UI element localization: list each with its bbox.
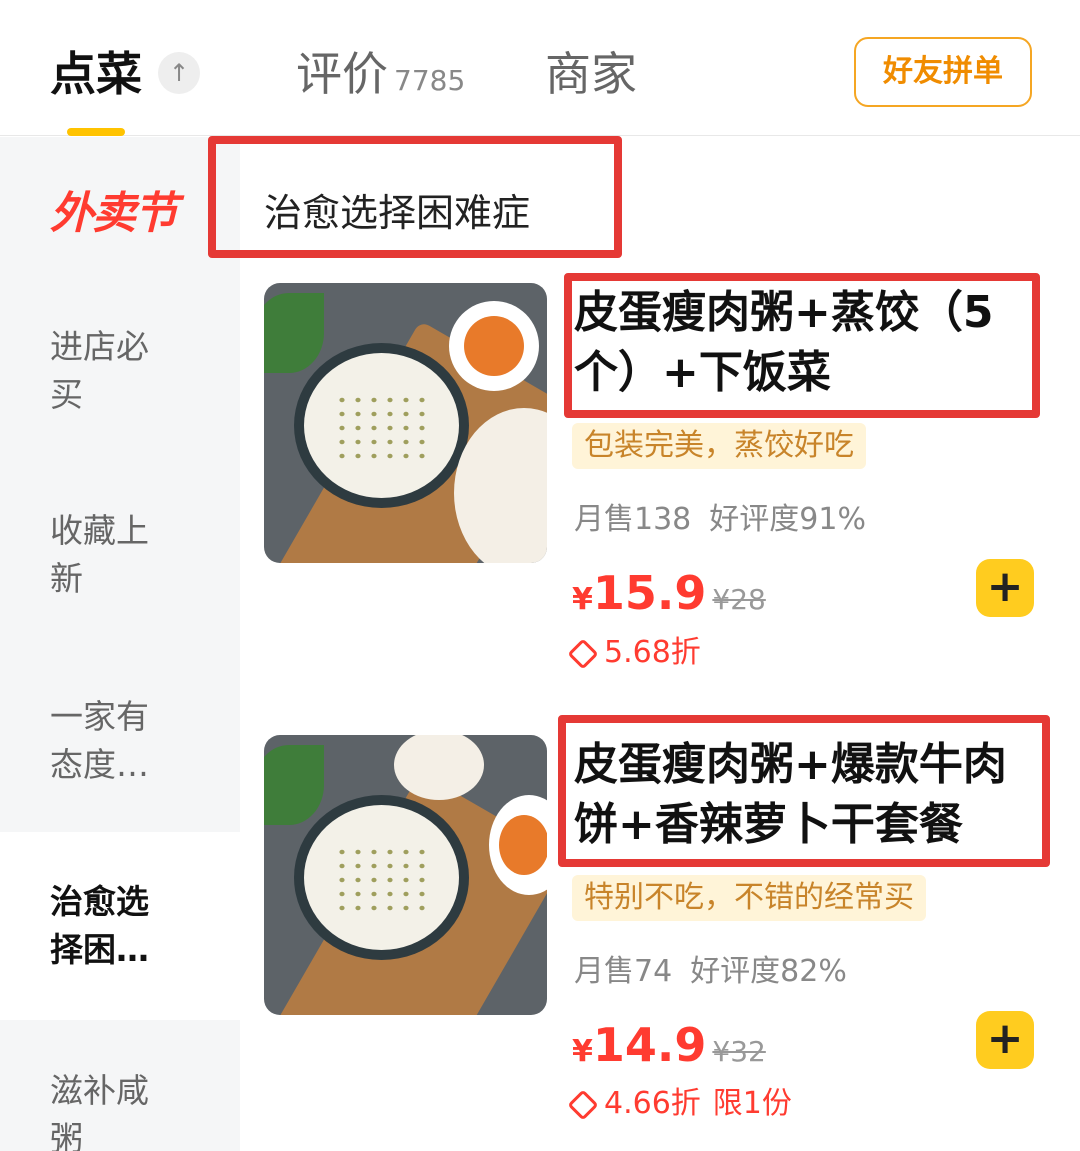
porridge-toppings [334,393,434,463]
purchase-limit: 限1份 [712,1086,792,1121]
discount-tag-icon [567,637,599,670]
tab-merchant[interactable]: 商家 [545,44,637,104]
reviews-count: 7785 [394,64,466,97]
current-price: 15.9 [592,566,707,620]
product-stats: 月售74 好评度82% [574,946,847,990]
highlight-box-section [208,136,622,258]
discount-row: 4.66折 限1份 [567,1078,792,1122]
sidebar-item-choice[interactable]: 治愈选择困… [0,832,240,1020]
add-to-cart-button[interactable]: + [976,1011,1034,1069]
leaf-decor [264,293,324,373]
tab-reviews-label: 评价 [296,47,388,101]
beef-cake-plate [394,735,484,800]
discount-tag-icon [567,1088,599,1121]
product-image[interactable] [264,283,547,563]
side-dish [464,316,524,376]
price-row: ¥14.9 ¥32 [572,1018,766,1072]
top-tab-bar: 点菜 ↑ 评价 7785 商家 好友拼单 [0,0,1080,136]
current-price: 14.9 [592,1018,707,1072]
discount-rate: 5.68折 [604,635,701,670]
tab-order[interactable]: 点菜 [50,44,142,104]
category-sidebar: 外卖节 进店必买 收藏上新 一家有态度… 治愈选择困… 滋补咸粥 [0,137,240,1151]
sidebar-item-porridge[interactable]: 滋补咸粥 [0,1067,240,1151]
discount-rate: 4.66折 [604,1086,701,1121]
leaf-decor [264,745,324,825]
sidebar-item-must-buy[interactable]: 进店必买 [0,323,240,419]
rating: 好评度82% [690,954,847,989]
highlight-box-title-2 [558,715,1050,867]
festival-logo: 外卖节 [50,188,178,239]
product-stats: 月售138 好评度91% [574,494,866,538]
product-tagline: 包装完美，蒸饺好吃 [572,423,866,469]
tab-order-label: 点菜 [50,47,142,101]
active-tab-indicator [67,128,125,136]
tab-reviews[interactable]: 评价 7785 [296,44,465,111]
product-tagline: 特别不吃，不错的经常买 [572,875,926,921]
currency-symbol: ¥ [572,1034,593,1069]
sidebar-item-new[interactable]: 收藏上新 [0,507,240,603]
side-dish [499,815,547,875]
add-to-cart-button[interactable]: + [976,559,1034,617]
group-order-button[interactable]: 好友拼单 [854,37,1032,107]
sidebar-item-attitude[interactable]: 一家有态度… [0,693,240,789]
rating: 好评度91% [709,502,866,537]
monthly-sales: 月售74 [574,954,673,989]
original-price: ¥28 [712,583,766,616]
original-price: ¥32 [712,1035,766,1068]
highlight-box-title-1 [564,273,1040,418]
monthly-sales: 月售138 [574,502,692,537]
porridge-toppings [334,845,434,915]
product-image[interactable] [264,735,547,1015]
price-row: ¥15.9 ¥28 [572,566,766,620]
tab-merchant-label: 商家 [545,47,637,101]
pin-top-icon[interactable]: ↑ [158,52,200,94]
currency-symbol: ¥ [572,582,593,617]
discount-row: 5.68折 [567,627,701,671]
